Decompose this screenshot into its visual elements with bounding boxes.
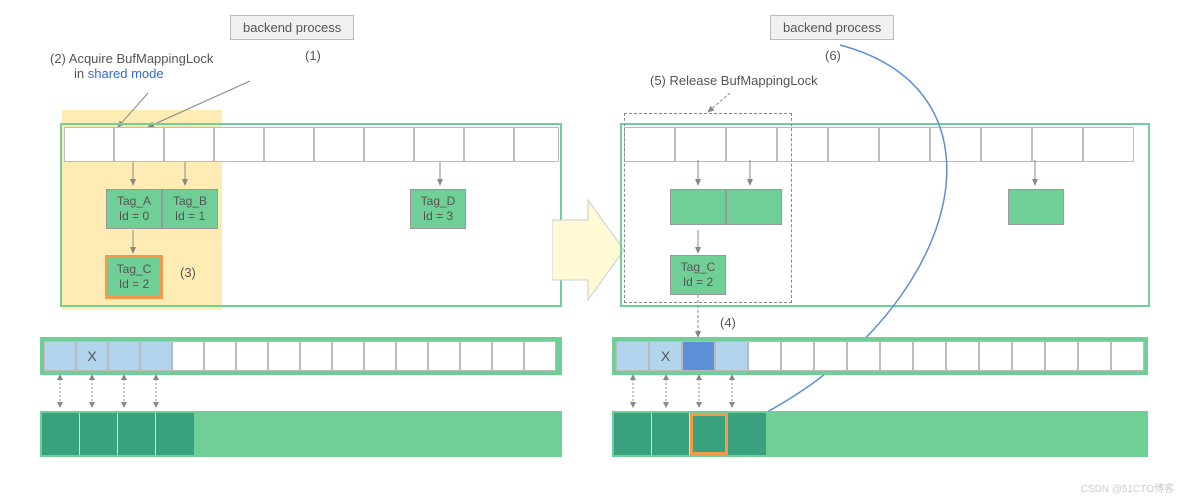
bucket-r-8 — [1032, 127, 1083, 162]
tag-c-box: Tag_C Id = 2 — [105, 255, 163, 299]
bucket-9 — [514, 127, 559, 162]
pool-r-1 — [652, 413, 690, 455]
pool-r-2 — [690, 413, 728, 455]
pool-r-rest — [766, 413, 1146, 455]
pool-r-3 — [728, 413, 766, 455]
pool-2 — [118, 413, 156, 455]
tag-a-name: Tag_A — [117, 194, 151, 208]
pool-1 — [80, 413, 118, 455]
tag-d-box-r — [1008, 189, 1064, 225]
backend-process-label-box: backend process — [230, 15, 354, 40]
bucket-7 — [414, 127, 464, 162]
step-6-marker: (6) — [825, 48, 841, 63]
bucket-5 — [314, 127, 364, 162]
tag-c-name: Tag_C — [117, 262, 152, 276]
desc-pool-links — [20, 365, 568, 415]
tag-c-id: Id = 2 — [119, 277, 149, 291]
pool-3 — [156, 413, 194, 455]
tag-b-id: Id = 1 — [175, 209, 205, 223]
tag-b-box: Tag_B Id = 1 — [162, 189, 218, 229]
buffer-pool-r — [612, 411, 1148, 457]
tag-a-id: Id = 0 — [119, 209, 149, 223]
bucket-r-6 — [930, 127, 981, 162]
desc-r-1-x: X — [661, 348, 670, 364]
bucket-1 — [114, 127, 164, 162]
transition-arrow — [552, 190, 624, 313]
tag-c-box-r: Tag_C Id = 2 — [670, 255, 726, 295]
tag-b-box-r — [726, 189, 782, 225]
tag-d-name: Tag_D — [421, 194, 456, 208]
step-2-text: (2) Acquire BufMappingLock in shared mod… — [50, 51, 213, 81]
credit-text: CSDN @51CTO博客 — [1081, 480, 1174, 495]
backend-process-label: backend process — [230, 15, 354, 40]
desc-pool-links-r — [610, 365, 1158, 415]
bucket-r-4 — [828, 127, 879, 162]
tag-b-name: Tag_B — [173, 194, 207, 208]
bucket-r-5 — [879, 127, 930, 162]
bucket-3 — [214, 127, 264, 162]
step-5-line: (5) Release BufMappingLock — [650, 73, 818, 88]
desc-1-x: X — [87, 348, 96, 364]
backend-process-label-r: backend process — [770, 15, 894, 40]
tag-a-box: Tag_A Id = 0 — [106, 189, 162, 229]
bucket-r-7 — [981, 127, 1032, 162]
step-5-text: (5) Release BufMappingLock — [650, 73, 818, 88]
step-2-shared-mode: shared mode — [88, 66, 164, 81]
bucket-6 — [364, 127, 414, 162]
bucket-2 — [164, 127, 214, 162]
bucket-4 — [264, 127, 314, 162]
tag-a-box-r — [670, 189, 726, 225]
backend-process-label-box-r: backend process — [770, 15, 894, 40]
bucket-0 — [64, 127, 114, 162]
tag-d-id: Id = 3 — [423, 209, 453, 223]
step-1-marker: (1) — [305, 48, 321, 63]
step-2-indent: in — [74, 66, 88, 81]
tag-d-box: Tag_D Id = 3 — [410, 189, 466, 229]
tag-c-name-r: Tag_C — [681, 260, 716, 274]
bucket-row — [64, 127, 559, 162]
step-3-marker: (3) — [180, 265, 196, 280]
step-2-line1: (2) Acquire BufMappingLock — [50, 51, 213, 66]
tag-c-id-r: Id = 2 — [683, 275, 713, 289]
pool-r-0 — [614, 413, 652, 455]
bucket-8 — [464, 127, 514, 162]
bucket-r-9 — [1083, 127, 1134, 162]
pool-rest — [194, 413, 560, 455]
buffer-pool — [40, 411, 562, 457]
pool-0 — [42, 413, 80, 455]
step-4-marker: (4) — [720, 315, 736, 330]
